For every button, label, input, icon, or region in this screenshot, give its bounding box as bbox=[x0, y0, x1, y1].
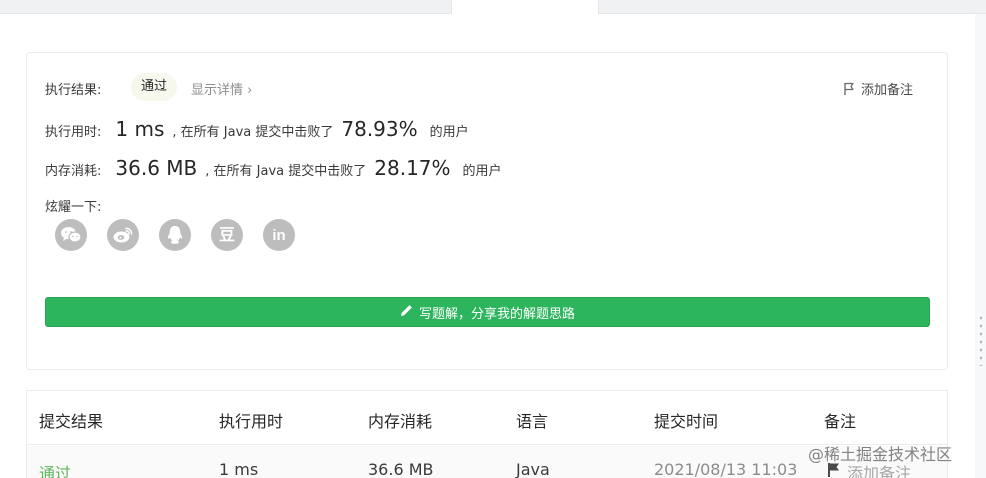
table-header: 提交结果 执行用时 内存消耗 语言 提交时间 备注 bbox=[27, 391, 947, 445]
memory-tail-text: 的用户 bbox=[462, 164, 502, 179]
qq-icon bbox=[166, 225, 184, 245]
scroll-handle[interactable] bbox=[979, 314, 983, 366]
runtime-row: 执行用时: 1 ms , 在所有 Java 提交中击败了 78.93% 的用户 bbox=[45, 117, 469, 141]
runtime-tail-text: 的用户 bbox=[429, 125, 469, 140]
row-submitted-at: 2021/08/13 11:03 bbox=[654, 460, 798, 478]
share-weibo-button[interactable] bbox=[107, 219, 139, 251]
column-header-note: 备注 bbox=[824, 412, 857, 431]
write-solution-label: 写题解，分享我的解题思路 bbox=[418, 306, 575, 322]
memory-row: 内存消耗: 36.6 MB , 在所有 Java 提交中击败了 28.17% 的… bbox=[45, 156, 502, 180]
share-douban-button[interactable]: 豆 bbox=[211, 219, 243, 251]
share-buttons: 豆 in bbox=[55, 219, 295, 251]
share-linkedin-button[interactable]: in bbox=[263, 219, 295, 251]
row-runtime: 1 ms bbox=[219, 460, 259, 478]
wechat-icon bbox=[60, 226, 82, 244]
column-header-language: 语言 bbox=[516, 412, 549, 431]
share-qq-button[interactable] bbox=[159, 219, 191, 251]
column-header-runtime: 执行用时 bbox=[219, 412, 284, 431]
row-memory: 36.6 MB bbox=[368, 460, 434, 478]
douban-icon: 豆 bbox=[218, 225, 235, 244]
add-note-button[interactable]: 添加备注 bbox=[843, 79, 913, 98]
pencil-icon bbox=[400, 304, 413, 321]
add-note-label: 添加备注 bbox=[860, 83, 913, 98]
runtime-label: 执行用时: bbox=[45, 125, 102, 140]
column-header-submitted-at: 提交时间 bbox=[654, 412, 719, 431]
watermark: @稀土掘金技术社区 bbox=[808, 445, 953, 464]
status-badge: 通过 bbox=[131, 73, 178, 101]
memory-value: 36.6 MB bbox=[115, 156, 198, 180]
memory-percentile: 28.17% bbox=[374, 156, 451, 180]
result-card: 执行结果: 通过 显示详情 › 添加备注 执行用时: 1 ms , 在所有 Ja… bbox=[26, 52, 948, 370]
memory-comparison-text: , 在所有 Java 提交中击败了 bbox=[205, 164, 367, 179]
memory-label: 内存消耗: bbox=[45, 164, 102, 179]
share-wechat-button[interactable] bbox=[55, 219, 87, 251]
runtime-percentile: 78.93% bbox=[341, 117, 418, 141]
row-language: Java bbox=[516, 460, 550, 478]
tab-submissions[interactable] bbox=[451, 0, 599, 15]
submission-page: 执行结果: 通过 显示详情 › 添加备注 执行用时: 1 ms , 在所有 Ja… bbox=[0, 14, 975, 478]
runtime-value: 1 ms bbox=[115, 117, 165, 141]
status-label: 执行结果: bbox=[45, 83, 102, 98]
weibo-icon bbox=[112, 226, 134, 244]
flag-icon bbox=[843, 82, 855, 96]
write-solution-button[interactable]: 写题解，分享我的解题思路 bbox=[45, 297, 930, 327]
runtime-comparison-text: , 在所有 Java 提交中击败了 bbox=[172, 125, 334, 140]
column-header-result: 提交结果 bbox=[39, 412, 104, 431]
column-header-memory: 内存消耗 bbox=[368, 412, 433, 431]
show-details-link[interactable]: 显示详情 › bbox=[191, 79, 252, 98]
linkedin-icon: in bbox=[272, 226, 286, 244]
share-label: 炫耀一下: bbox=[45, 200, 102, 215]
row-result-link[interactable]: 通过 bbox=[39, 460, 71, 478]
